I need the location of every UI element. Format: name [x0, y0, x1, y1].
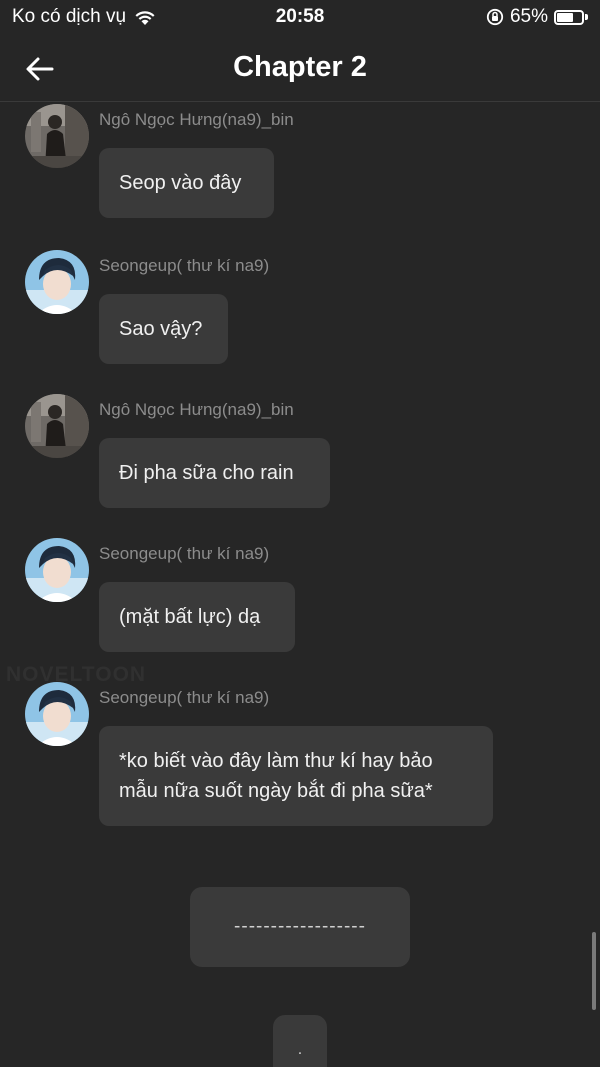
narration-bubble[interactable]: ------------------: [190, 887, 410, 967]
sender-name: Seongeup( thư kí na9): [99, 688, 270, 707]
message-text-line: mẫu nữa suốt ngày bắt đi pha sữa*: [119, 780, 433, 802]
battery-icon: [554, 9, 588, 25]
sender-name: Ngô Ngọc Hưng(na9)_bin: [99, 110, 294, 129]
status-left: Ko có dịch vụ: [12, 6, 156, 28]
avatar-seongeup[interactable]: [25, 250, 89, 314]
page-title: Chapter 2: [233, 51, 367, 83]
battery-tip: [585, 14, 588, 20]
battery-body: [554, 9, 584, 25]
message-bubble[interactable]: Đi pha sữa cho rain: [99, 438, 330, 508]
narration-text: .: [297, 1041, 303, 1058]
message-text: Seop vào đây: [119, 172, 242, 194]
battery-percent: 65%: [509, 6, 548, 27]
arrow-left-icon: [26, 57, 54, 81]
status-bar: Ko có dịch vụ 20:58 65%: [0, 0, 600, 34]
status-right: 65%: [486, 6, 588, 28]
avatar-bin[interactable]: [25, 394, 89, 458]
narration-text: ------------------: [234, 916, 366, 937]
sender-name: Ngô Ngọc Hưng(na9)_bin: [99, 400, 294, 419]
orientation-lock-icon: [486, 8, 504, 26]
carrier-label: Ko có dịch vụ: [12, 6, 127, 27]
battery-fill: [557, 12, 573, 22]
avatar-bin[interactable]: [25, 104, 89, 168]
scrollbar[interactable]: [592, 932, 596, 1010]
chat-content[interactable]: Ngô Ngọc Hưng(na9)_bin Seop vào đây Seon…: [0, 102, 600, 1067]
message-bubble[interactable]: *ko biết vào đây làm thư kí hay bảo mẫu …: [99, 726, 493, 826]
message-bubble[interactable]: Seop vào đây: [99, 148, 274, 218]
sender-name: Seongeup( thư kí na9): [99, 544, 270, 563]
message-text: (mặt bất lực) dạ: [119, 606, 261, 628]
wifi-icon: [135, 10, 155, 25]
message-bubble[interactable]: Sao vậy?: [99, 294, 228, 364]
message-bubble[interactable]: (mặt bất lực) dạ: [99, 582, 295, 652]
avatar-seongeup[interactable]: [25, 682, 89, 746]
back-button[interactable]: [22, 51, 58, 87]
chapter-header: Chapter 2: [0, 34, 600, 102]
sender-name: Seongeup( thư kí na9): [99, 256, 270, 275]
avatar-seongeup[interactable]: [25, 538, 89, 602]
message-text-line: *ko biết vào đây làm thư kí hay bảo: [119, 750, 433, 772]
narration-bubble[interactable]: .: [273, 1015, 327, 1067]
watermark: NOVELTOON: [6, 663, 147, 686]
message-text: Đi pha sữa cho rain: [119, 462, 294, 484]
message-text: Sao vậy?: [119, 318, 203, 340]
